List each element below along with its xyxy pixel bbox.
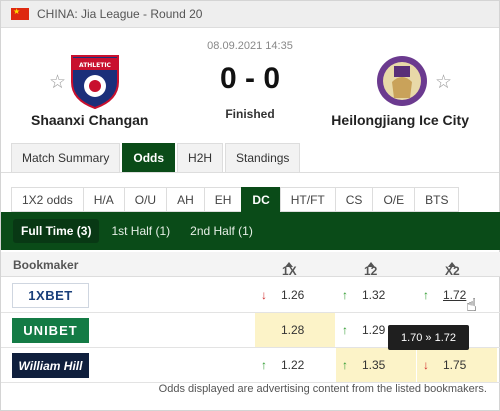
table-row: 1XBET ↓ 1.26 ↑ 1.32 ↑ 1.72	[1, 278, 500, 313]
market-eh[interactable]: EH	[203, 187, 243, 212]
table-row: William Hill ↑ 1.22 ↑ 1.35 ↓ 1.75	[1, 348, 500, 383]
odds-cell-1x[interactable]: ↑ 1.22	[255, 348, 335, 382]
header-1x[interactable]: 1X	[282, 258, 297, 278]
odds-disclaimer: Odds displayed are advertising content f…	[158, 383, 487, 395]
arrow-up-icon: ↑	[342, 358, 348, 372]
tab-h2h[interactable]: H2H	[177, 143, 224, 172]
odds-cell-x2[interactable]: ↓ 1.75	[417, 348, 497, 382]
tabs-divider	[1, 172, 499, 173]
tab-match-summary[interactable]: Match Summary	[11, 143, 121, 172]
arrow-up-icon: ↑	[423, 288, 429, 302]
market-dc[interactable]: DC	[241, 187, 281, 212]
arrow-up-icon: ↑	[261, 358, 267, 372]
period-tabs: Full Time (3) 1st Half (1) 2nd Half (1)	[1, 212, 500, 250]
away-team-name[interactable]: Heilongjiang Ice City	[331, 112, 469, 128]
market-oe[interactable]: O/E	[372, 187, 416, 212]
tab-odds[interactable]: Odds	[122, 143, 176, 172]
arrow-up-icon: ↑	[342, 288, 348, 302]
period-2nd-half[interactable]: 2nd Half (1)	[182, 219, 261, 243]
arrow-down-icon: ↓	[423, 358, 429, 372]
match-datetime: 08.09.2021 14:35	[207, 40, 293, 52]
bookmaker-logo-william-hill[interactable]: William Hill	[12, 353, 89, 378]
china-flag-icon	[11, 7, 29, 20]
tab-standings[interactable]: Standings	[225, 143, 301, 172]
odds-cell-12[interactable]: ↑ 1.32	[336, 278, 416, 312]
market-ha[interactable]: H/A	[82, 187, 125, 212]
odds-cell-1x[interactable]: 1.28	[255, 313, 335, 347]
match-header: 08.09.2021 14:35 ☆ ATHLETIC Shaanxi Chan…	[1, 28, 499, 141]
odds-cell-12[interactable]: ↑ 1.35	[336, 348, 416, 382]
market-bts[interactable]: BTS	[414, 187, 460, 212]
header-bookmaker: Bookmaker	[13, 258, 79, 272]
match-odds-panel: CHINA: Jia League - Round 20 08.09.2021 …	[0, 0, 500, 411]
odds-cell-x2[interactable]: ↑ 1.72	[417, 278, 497, 312]
market-cs[interactable]: CS	[334, 187, 374, 212]
odds-table-header: Bookmaker 1X 12 X2	[1, 252, 500, 278]
odds-cell-1x[interactable]: ↓ 1.26	[255, 278, 335, 312]
header-x2[interactable]: X2	[445, 258, 460, 278]
market-1x2[interactable]: 1X2 odds	[11, 187, 84, 212]
away-team-logo[interactable]	[375, 52, 429, 110]
league-title[interactable]: CHINA: Jia League - Round 20	[37, 7, 202, 21]
market-ah[interactable]: AH	[166, 187, 205, 212]
header-12[interactable]: 12	[364, 258, 377, 278]
arrow-down-icon: ↓	[261, 288, 267, 302]
match-tabs: Match Summary Odds H2H Standings	[11, 143, 301, 172]
period-1st-half[interactable]: 1st Half (1)	[103, 219, 178, 243]
bookmaker-logo-1xbet[interactable]: 1XBET	[12, 283, 89, 308]
favorite-away-star-icon[interactable]: ☆	[435, 71, 452, 94]
odds-market-tabs: 1X2 odds H/A O/U AH EH DC HT/FT CS O/E B…	[11, 187, 460, 212]
odds-change-tooltip: 1.70 » 1.72	[388, 325, 469, 350]
bookmaker-logo-unibet[interactable]: UNIBET	[12, 318, 89, 343]
market-ou[interactable]: O/U	[123, 187, 168, 212]
league-bar: CHINA: Jia League - Round 20	[1, 1, 499, 28]
market-htft[interactable]: HT/FT	[279, 187, 336, 212]
period-full-time[interactable]: Full Time (3)	[13, 219, 100, 243]
arrow-up-icon: ↑	[342, 323, 348, 337]
hand-cursor-icon: ☝	[466, 295, 477, 315]
